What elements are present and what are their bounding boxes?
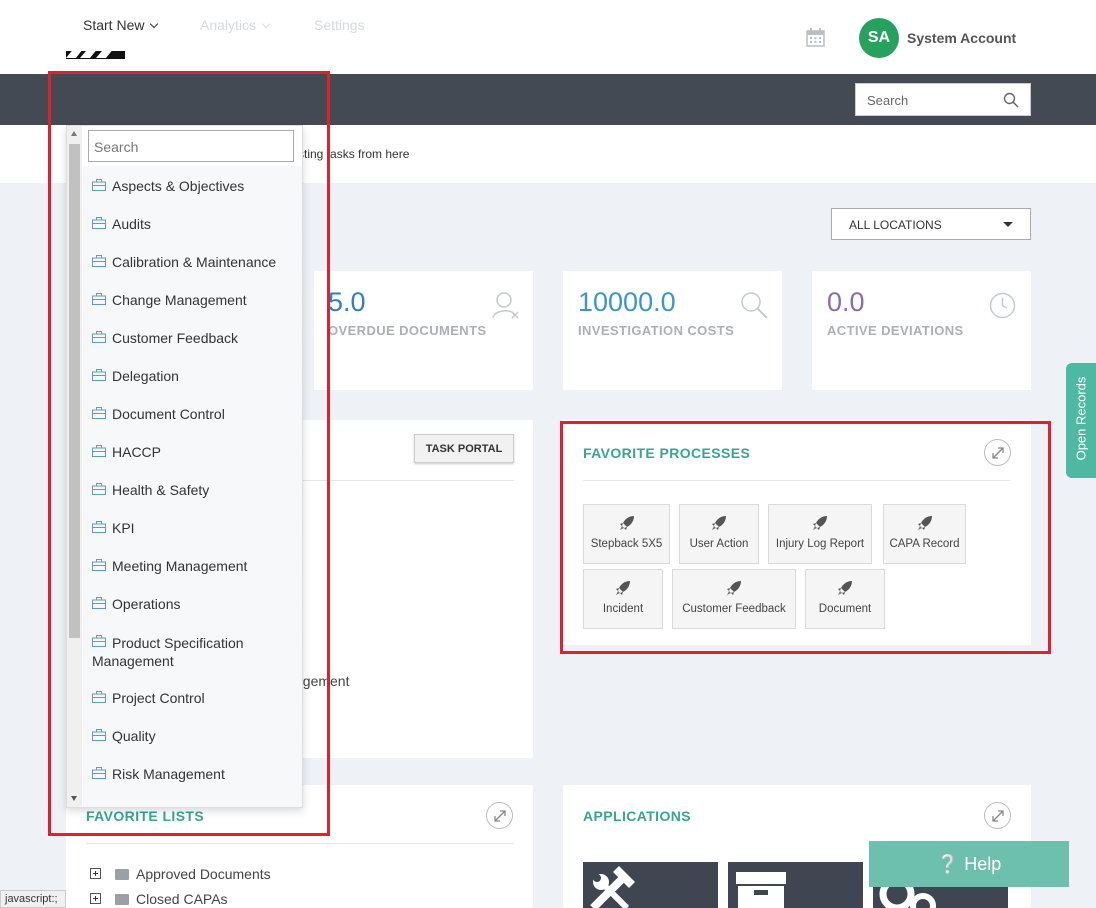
nav-start-new[interactable]: Start New: [66, 0, 182, 51]
stat-label: INVESTIGATION COSTS: [578, 323, 735, 338]
list-item[interactable]: Approved Documents: [136, 866, 271, 882]
help-icon: ❔: [936, 854, 960, 874]
caret-down-icon: [1003, 222, 1013, 227]
tools-icon: [590, 866, 635, 908]
stat-value: 0.0: [827, 287, 865, 317]
open-records-tab[interactable]: Open Records: [1066, 363, 1096, 478]
help-button[interactable]: ❔ Help: [869, 841, 1069, 887]
app-tile[interactable]: [583, 862, 718, 908]
stat-value: 10000.0: [578, 287, 676, 317]
location-select[interactable]: ALL LOCATIONS: [831, 208, 1031, 240]
chevron-down-icon: [150, 19, 159, 29]
nav-analytics-label: Analytics: [200, 17, 257, 33]
stat-label: OVERDUE DOCUMENTS: [328, 323, 487, 338]
avatar[interactable]: SA: [859, 18, 899, 58]
expand-icon: [494, 810, 506, 822]
search-icon: [741, 292, 768, 319]
highlight-box: [48, 71, 330, 836]
open-records-label: Open Records: [1073, 376, 1089, 461]
calendar-icon[interactable]: [806, 28, 825, 47]
task-portal-button[interactable]: TASK PORTAL: [414, 434, 514, 463]
expand-button[interactable]: [984, 802, 1011, 829]
nav-analytics[interactable]: Analytics: [200, 0, 271, 51]
list-item[interactable]: Closed CAPAs: [136, 891, 228, 907]
search-icon[interactable]: [1003, 92, 1019, 108]
stat-label: ACTIVE DEVIATIONS: [827, 323, 964, 338]
expand-tree-icon[interactable]: [90, 868, 101, 879]
user-x-icon: [492, 292, 519, 319]
account-name[interactable]: System Account: [907, 30, 1016, 46]
expand-button[interactable]: [486, 802, 513, 829]
divider: [300, 480, 514, 481]
expand-icon: [992, 810, 1004, 822]
stat-value: 5.0: [328, 287, 366, 317]
nav-settings[interactable]: Settings: [314, 0, 365, 51]
folder-icon: [115, 894, 129, 905]
divider: [86, 843, 514, 844]
help-label: Help: [964, 854, 1002, 874]
status-bar: javascript:;: [0, 890, 66, 908]
nav-start-new-label: Start New: [83, 17, 145, 33]
clock-icon: [989, 292, 1016, 319]
highlight-box: [560, 421, 1051, 654]
archive-icon: [736, 872, 786, 908]
expand-tree-icon[interactable]: [90, 893, 101, 904]
panel-title: APPLICATIONS: [583, 808, 691, 824]
chevron-down-icon: [261, 19, 271, 29]
folder-icon: [115, 869, 129, 880]
app-tile[interactable]: [728, 862, 863, 908]
